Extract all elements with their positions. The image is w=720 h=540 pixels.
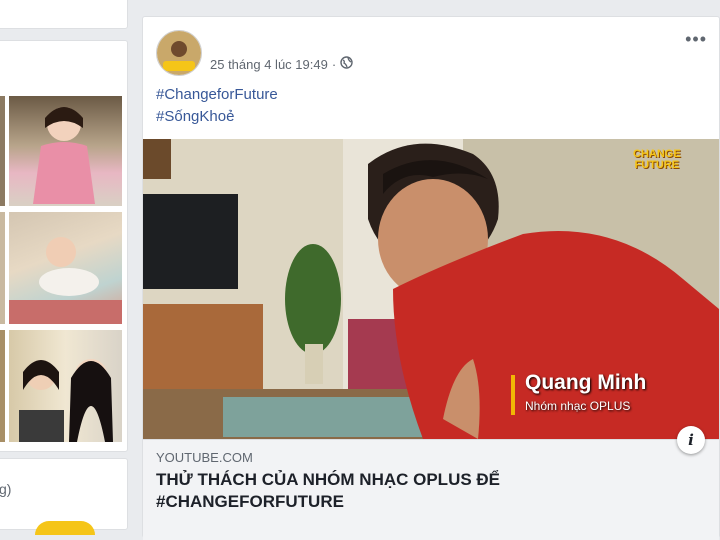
left-partial-label: g) [0, 481, 12, 497]
info-icon[interactable]: i [677, 426, 705, 454]
post-meta: 25 tháng 4 lúc 19:49 · [210, 56, 353, 72]
left-yellow-shape [35, 521, 95, 535]
photo-baby-art [9, 237, 122, 324]
link-domain: YOUTUBE.COM [156, 450, 253, 465]
post-card: 25 tháng 4 lúc 19:49 · ••• #ChangeforFut… [142, 16, 720, 540]
left-top-card [0, 0, 128, 29]
caption-subtitle: Nhóm nhạc OPLUS [525, 399, 631, 413]
photo-girl-pink-dress[interactable] [9, 96, 122, 206]
photo-women-art [19, 359, 113, 442]
photo-baby-blanket[interactable] [9, 212, 122, 324]
caption-name: Quang Minh [525, 371, 647, 394]
link-title[interactable]: THỬ THÁCH CỦA NHÓM NHẠC OPLUS ĐỂ #CHANGE… [156, 469, 676, 513]
page-avatar[interactable] [156, 30, 202, 76]
hashtag-songkhoe[interactable]: #SốngKhoẻ [156, 108, 234, 125]
photos-card [0, 40, 128, 452]
link-preview[interactable]: i YOUTUBE.COM THỬ THÁCH CỦA NHÓM NHẠC OP… [143, 426, 719, 540]
change-future-logo: CHANGE FUTURE [633, 148, 681, 171]
photo-partial-3[interactable] [0, 330, 5, 442]
photo-two-women[interactable] [9, 330, 122, 442]
avatar-art [157, 31, 201, 75]
photo-partial-2[interactable] [0, 212, 5, 324]
left-bottom-card: g) [0, 458, 128, 535]
caption-accent-bar [511, 375, 515, 415]
more-options-button[interactable]: ••• [685, 29, 707, 50]
photo-girl-art [33, 107, 95, 204]
video-thumbnail[interactable]: CHANGE FUTURE Quang Minh Nhóm nhạc OPLUS [143, 139, 719, 439]
globe-icon [340, 56, 353, 72]
post-timestamp[interactable]: 25 tháng 4 lúc 19:49 [210, 57, 328, 72]
hashtag-changeforfuture[interactable]: #ChangeforFuture [156, 86, 278, 103]
meta-separator: · [331, 56, 337, 72]
photo-partial-1[interactable] [0, 96, 5, 206]
